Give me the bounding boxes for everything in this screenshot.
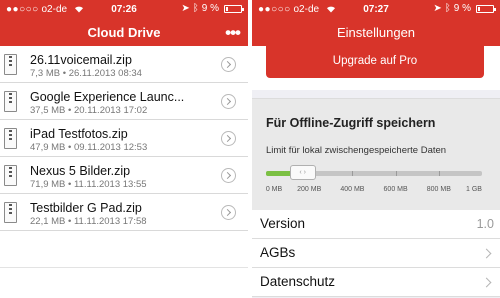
empty-list-row <box>0 268 248 298</box>
zip-file-icon <box>4 165 17 186</box>
battery-label: 9 % <box>201 3 219 14</box>
slider-tick <box>395 171 397 176</box>
settings-row-version: Version 1.0 <box>252 210 500 239</box>
zip-file-icon <box>4 202 17 223</box>
settings-list: Version 1.0 AGBs Datenschutz <box>252 210 500 297</box>
status-right: ➤ ᛒ 9 % <box>433 3 496 14</box>
upgrade-section: Upgrade auf Pro <box>252 46 500 90</box>
file-name: Nexus 5 Bilder.zip <box>30 164 131 178</box>
page-title: Cloud Drive <box>87 25 161 40</box>
status-right: ➤ ᛒ 9 % <box>181 3 244 14</box>
bluetooth-icon: ᛒ <box>192 3 199 14</box>
row-label: Version <box>260 216 306 231</box>
file-list: 26.11voicemail.zip 7,3 MB • 26.11.2013 0… <box>0 46 248 298</box>
settings-row-datenschutz[interactable]: Datenschutz <box>252 268 500 297</box>
file-row[interactable]: Nexus 5 Bilder.zip 71,9 MB • 11.11.2013 … <box>0 157 248 194</box>
slider-tick-label: 1 GB <box>466 186 482 193</box>
file-row[interactable]: Google Experience Launc... 37,5 MB • 20.… <box>0 83 248 120</box>
settings-screen: ●●○○○ o2-de 07:27 ➤ ᛒ 9 % Einstellungen … <box>252 0 500 298</box>
offline-title: Für Offline-Zugriff speichern <box>266 116 436 130</box>
file-name: 26.11voicemail.zip <box>30 53 132 67</box>
slider-tick-label: 800 MB <box>426 186 451 193</box>
zip-file-icon <box>4 54 17 75</box>
status-bar: ●●○○○ o2-de 07:27 ➤ ᛒ 9 % <box>252 0 500 20</box>
file-meta: 22,1 MB • 11.11.2013 17:58 <box>30 216 147 227</box>
slider-tick-label: 0 MB <box>265 186 283 193</box>
cache-limit-slider[interactable]: ‹ › <box>266 165 482 180</box>
slider-tick <box>352 171 354 176</box>
chevron-right-icon[interactable] <box>221 131 236 146</box>
chevron-right-icon <box>481 277 492 288</box>
slider-thumb[interactable]: ‹ › <box>289 165 316 180</box>
nav-bar: Einstellungen <box>252 20 500 46</box>
slider-tick-label: 200 MB <box>297 186 322 193</box>
offline-storage-card: Für Offline-Zugriff speichern Limit für … <box>252 98 500 210</box>
file-name: Google Experience Launc... <box>30 90 185 104</box>
file-meta: 47,9 MB • 09.11.2013 12:53 <box>30 142 148 153</box>
file-meta: 71,9 MB • 11.11.2013 13:55 <box>30 179 147 190</box>
zip-file-icon <box>4 128 17 149</box>
bluetooth-icon: ᛒ <box>444 3 451 14</box>
file-meta: 37,5 MB • 20.11.2013 17:02 <box>30 105 148 116</box>
battery-icon <box>476 4 496 13</box>
version-value: 1.0 <box>476 217 494 231</box>
chevron-right-icon[interactable] <box>221 205 236 220</box>
slider-tick-label: 600 MB <box>383 186 408 193</box>
nav-bar: Cloud Drive ••• <box>0 20 248 46</box>
upgrade-pro-button[interactable]: Upgrade auf Pro <box>266 46 484 78</box>
zip-file-icon <box>4 91 17 112</box>
row-label: Datenschutz <box>260 274 336 289</box>
file-name: Testbilder G Pad.zip <box>30 201 142 215</box>
chevron-right-icon <box>481 248 492 259</box>
file-row[interactable]: Testbilder G Pad.zip 22,1 MB • 11.11.201… <box>0 194 248 231</box>
slider-tick-label: 400 MB <box>340 186 365 193</box>
battery-icon <box>224 4 244 13</box>
page-title: Einstellungen <box>336 25 416 40</box>
more-options-button[interactable]: ••• <box>225 23 241 43</box>
status-bar: ●●○○○ o2-de 07:26 ➤ ᛒ 9 % <box>0 0 248 20</box>
chevron-right-icon[interactable] <box>221 57 236 72</box>
row-label: AGBs <box>260 245 296 260</box>
settings-row-agbs[interactable]: AGBs <box>252 239 500 268</box>
file-row[interactable]: 26.11voicemail.zip 7,3 MB • 26.11.2013 0… <box>0 46 248 83</box>
chevron-right-icon[interactable] <box>221 168 236 183</box>
file-name: iPad Testfotos.zip <box>30 127 128 141</box>
location-arrow-icon: ➤ <box>433 3 442 14</box>
location-arrow-icon: ➤ <box>181 3 190 14</box>
offline-subtitle: Limit für lokal zwischengespeicherte Dat… <box>266 145 447 156</box>
slider-tick-labels: 0 MB 200 MB 400 MB 600 MB 800 MB 1 GB <box>266 186 482 198</box>
file-meta: 7,3 MB • 26.11.2013 08:34 <box>30 68 142 79</box>
empty-list-row <box>0 231 248 268</box>
cloud-drive-screen: ●●○○○ o2-de 07:26 ➤ ᛒ 9 % Cloud Drive ••… <box>0 0 248 298</box>
slider-tick <box>438 171 440 176</box>
file-row[interactable]: iPad Testfotos.zip 47,9 MB • 09.11.2013 … <box>0 120 248 157</box>
chevron-right-icon[interactable] <box>221 94 236 109</box>
battery-label: 9 % <box>453 3 471 14</box>
